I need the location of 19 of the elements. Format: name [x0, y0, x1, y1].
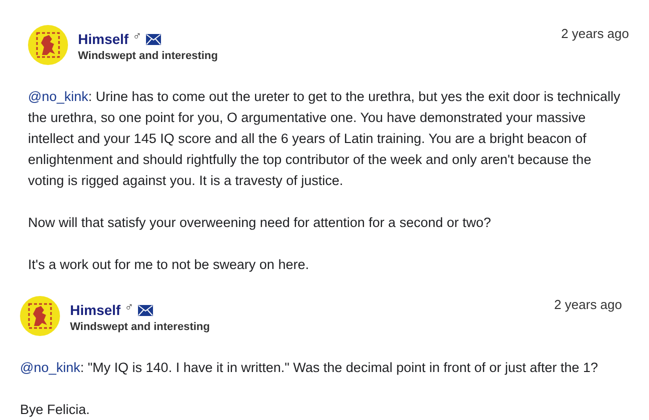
avatar-icon [20, 296, 60, 336]
comment-paragraph: Now will that satisfy your overweening need for attention for a second or two? [28, 214, 492, 232]
mention-link[interactable]: @no_kink [20, 360, 80, 375]
author-name[interactable]: Himself [78, 31, 129, 47]
gender-symbol: ♂ [124, 300, 134, 314]
gender-symbol: ♂ [132, 29, 142, 43]
comment-paragraph: @no_kink: "My IQ is 140. I have it in written." Was the decimal point in front of or just after the 1? [20, 359, 600, 377]
mail-icon[interactable] [146, 34, 161, 44]
author-tagline: Windswept and interesting [70, 321, 211, 333]
comment-paragraph: @no_kink: Urine has to come out the ureter to get to the urethra, but yes the exit door is technically the urethra, so one point for you, O argumentative one. You have demonstrated your massive intellect and your 145 IQ score and all the 6 years of Latin training. You are a bright beacon of enlightenment and should rightfully the top contributor of the week and only aren't because the voting is rigged against you. It is a travesty of justice. [28, 88, 622, 190]
comment-paragraph: Bye Felicia. [20, 401, 91, 419]
post-time: 2 years ago [561, 26, 629, 41]
mail-icon[interactable] [138, 304, 153, 316]
mention-link[interactable]: @no_kink [28, 89, 88, 104]
avatar-icon [28, 25, 68, 65]
author-name[interactable]: Himself [70, 302, 121, 318]
author-tagline: Windswept and interesting [78, 50, 219, 62]
comment-paragraph: It's a work out for me to not be sweary on here. [28, 256, 310, 274]
post-time: 2 years ago [554, 297, 622, 312]
